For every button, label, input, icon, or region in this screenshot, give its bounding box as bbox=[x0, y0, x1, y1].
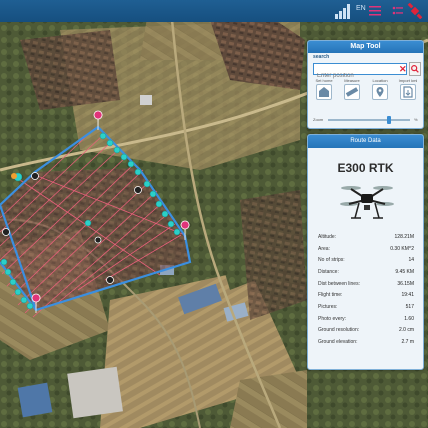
stat-label: Ground elevation: bbox=[318, 339, 358, 346]
stat-label: No of strips: bbox=[318, 257, 345, 264]
measure-tool[interactable]: Measure bbox=[339, 78, 365, 100]
home-marker[interactable] bbox=[11, 173, 17, 179]
measure-label: Measure bbox=[344, 78, 360, 83]
map-tools: Set home Measure Location Import kml bbox=[311, 78, 421, 100]
stat-value: 128.21M bbox=[394, 233, 414, 240]
stat-row: Pictures: 517 bbox=[318, 301, 414, 313]
stat-row: Ground resolution: 2.0 cm bbox=[318, 325, 414, 337]
set-home-label: Set home bbox=[315, 78, 333, 83]
stat-label: Area: bbox=[318, 245, 330, 252]
search-icon[interactable] bbox=[409, 62, 421, 76]
stat-value: 2.7 m bbox=[401, 339, 414, 346]
drone-image-icon bbox=[340, 186, 394, 219]
search-label: search bbox=[313, 54, 330, 60]
home-marker-icon[interactable] bbox=[316, 84, 332, 100]
stat-value: 1.60 bbox=[404, 315, 414, 322]
stat-label: Pictures: bbox=[318, 303, 338, 310]
list-icon[interactable] bbox=[368, 4, 382, 18]
stat-row: No of strips: 14 bbox=[318, 254, 414, 266]
stat-value: 36.15M bbox=[397, 280, 414, 287]
stat-row: Altitude: 128.21M bbox=[318, 231, 414, 243]
import-kml-tool[interactable]: Import kml bbox=[395, 78, 421, 100]
waypoint-list-icon[interactable] bbox=[392, 5, 404, 17]
zoom-value: % bbox=[414, 117, 418, 122]
stat-row: Dist between lines: 36.15M bbox=[318, 278, 414, 290]
stat-row: Flight time: 19:41 bbox=[318, 289, 414, 301]
zoom-label: Zoom bbox=[313, 117, 324, 122]
import-file-icon[interactable] bbox=[400, 84, 416, 100]
stat-label: Altitude: bbox=[318, 233, 337, 240]
stat-value: 0.30 KM^2 bbox=[390, 245, 414, 252]
stat-value: 9.45 KM bbox=[395, 268, 414, 275]
stat-label: Photo every: bbox=[318, 315, 347, 322]
ruler-icon[interactable] bbox=[344, 84, 360, 100]
route-data-title: Route Data bbox=[308, 135, 423, 148]
location-pin-icon[interactable] bbox=[372, 84, 388, 100]
stat-label: Ground resolution: bbox=[318, 327, 360, 334]
language-label[interactable]: EN bbox=[356, 5, 366, 12]
stat-row: Photo every: 1.60 bbox=[318, 313, 414, 325]
map-tool-panel: Map Tool search ✕ Set home Measure Locat… bbox=[307, 40, 424, 129]
location-tool[interactable]: Location bbox=[367, 78, 393, 100]
route-stats: Altitude: 128.21M Area: 0.30 KM^2 No of st… bbox=[318, 231, 414, 348]
drone-model-name: E300 RTK bbox=[337, 161, 394, 175]
stat-row: Ground elevation: 2.7 m bbox=[318, 336, 414, 348]
stat-value: 19:41 bbox=[401, 292, 414, 299]
search-box: ✕ bbox=[313, 63, 407, 81]
map-tool-title: Map Tool bbox=[308, 41, 423, 53]
stat-row: Area: 0.30 KM^2 bbox=[318, 243, 414, 255]
stat-value: 14 bbox=[408, 257, 414, 264]
stat-row: Distance: 9.45 KM bbox=[318, 266, 414, 278]
stat-value: 2.0 cm bbox=[398, 327, 414, 334]
stat-label: Dist between lines: bbox=[318, 280, 360, 287]
location-label: Location bbox=[372, 78, 388, 83]
zoom-slider[interactable] bbox=[328, 116, 410, 124]
stat-label: Distance: bbox=[318, 268, 339, 275]
route-data-panel: Route Data E300 RTK Altitude: 128.21M Are… bbox=[307, 134, 424, 370]
set-home-tool[interactable]: Set home bbox=[311, 78, 337, 100]
stat-label: Flight time: bbox=[318, 292, 343, 299]
top-status-bar: EN bbox=[0, 0, 428, 22]
satellite-icon[interactable] bbox=[407, 3, 423, 19]
import-kml-label: Import kml bbox=[398, 78, 418, 83]
clear-icon[interactable]: ✕ bbox=[399, 65, 407, 74]
signal-strength-icon bbox=[335, 4, 350, 19]
zoom-slider-handle[interactable] bbox=[387, 116, 392, 124]
stat-value: 517 bbox=[405, 303, 414, 310]
